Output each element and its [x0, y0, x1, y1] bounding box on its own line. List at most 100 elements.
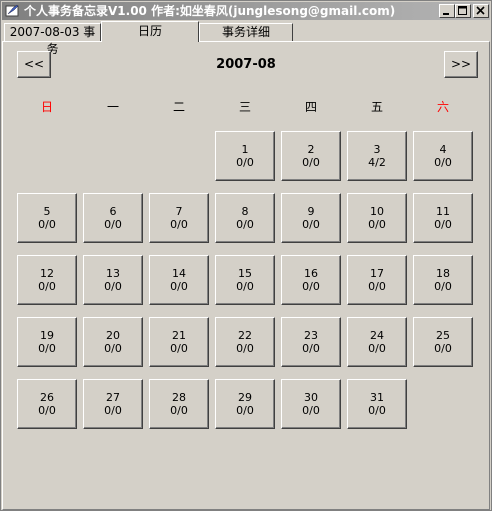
- minimize-icon: [443, 13, 449, 15]
- day-event-count: 0/0: [302, 280, 320, 293]
- day-cell[interactable]: 22 0/0: [215, 317, 275, 367]
- day-cell[interactable]: 7 0/0: [149, 193, 209, 243]
- day-number: 28: [172, 391, 186, 404]
- day-cell[interactable]: 3 4/2: [347, 131, 407, 181]
- title-bar[interactable]: 个人事务备忘录V1.00 作者:如坐春风(junglesong@gmail.co…: [2, 2, 490, 20]
- day-number: 27: [106, 391, 120, 404]
- app-window: 个人事务备忘录V1.00 作者:如坐春风(junglesong@gmail.co…: [0, 0, 492, 511]
- day-number: 13: [106, 267, 120, 280]
- day-cell[interactable]: 5 0/0: [17, 193, 77, 243]
- tab-event-details[interactable]: 事务详细: [199, 23, 293, 42]
- day-number: 16: [304, 267, 318, 280]
- day-number: 31: [370, 391, 384, 404]
- day-cell[interactable]: 15 0/0: [215, 255, 275, 305]
- day-number: 21: [172, 329, 186, 342]
- day-number: 20: [106, 329, 120, 342]
- day-number: 22: [238, 329, 252, 342]
- day-event-count: 0/0: [368, 342, 386, 355]
- day-event-count: 0/0: [434, 156, 452, 169]
- prev-month-button[interactable]: <<: [17, 51, 51, 78]
- day-number: 29: [238, 391, 252, 404]
- day-cell[interactable]: 26 0/0: [17, 379, 77, 429]
- day-cell[interactable]: 27 0/0: [83, 379, 143, 429]
- day-number: 19: [40, 329, 54, 342]
- day-event-count: 0/0: [38, 342, 56, 355]
- weekday-label: 四: [304, 100, 317, 114]
- close-button[interactable]: [473, 4, 489, 18]
- day-cell[interactable]: 12 0/0: [17, 255, 77, 305]
- day-cell[interactable]: 2 0/0: [281, 131, 341, 181]
- tab-calendar[interactable]: 日历: [101, 21, 199, 42]
- day-event-count: 0/0: [302, 156, 320, 169]
- day-event-count: 0/0: [302, 218, 320, 231]
- day-event-count: 0/0: [236, 218, 254, 231]
- tab-bar: 2007-08-03 事务 日历 事务详细: [1, 21, 491, 56]
- day-event-count: 0/0: [104, 342, 122, 355]
- maximize-icon: [458, 6, 467, 15]
- weekday-label: 五: [370, 100, 383, 114]
- maximize-button[interactable]: [455, 4, 471, 18]
- day-cell[interactable]: 19 0/0: [17, 317, 77, 367]
- day-cell[interactable]: 6 0/0: [83, 193, 143, 243]
- day-number: 25: [436, 329, 450, 342]
- day-cell[interactable]: 11 0/0: [413, 193, 473, 243]
- day-cell[interactable]: 17 0/0: [347, 255, 407, 305]
- day-event-count: 0/0: [104, 218, 122, 231]
- day-event-count: 0/0: [38, 404, 56, 417]
- minimize-button[interactable]: [439, 4, 455, 18]
- day-cell[interactable]: 23 0/0: [281, 317, 341, 367]
- tab-daily-events[interactable]: 2007-08-03 事务: [4, 23, 101, 56]
- month-title: 2007-08: [216, 57, 276, 72]
- day-event-count: 0/0: [170, 342, 188, 355]
- day-number: 26: [40, 391, 54, 404]
- next-month-button[interactable]: >>: [444, 51, 478, 78]
- day-number: 12: [40, 267, 54, 280]
- day-event-count: 0/0: [368, 404, 386, 417]
- day-number: 15: [238, 267, 252, 280]
- day-cell[interactable]: 18 0/0: [413, 255, 473, 305]
- day-cell[interactable]: 13 0/0: [83, 255, 143, 305]
- day-number: 23: [304, 329, 318, 342]
- day-number: 17: [370, 267, 384, 280]
- weekday-label: 三: [238, 100, 251, 114]
- day-cell[interactable]: 20 0/0: [83, 317, 143, 367]
- day-event-count: 0/0: [302, 342, 320, 355]
- day-cell[interactable]: 10 0/0: [347, 193, 407, 243]
- day-number: 1: [241, 143, 249, 156]
- day-number: 7: [175, 205, 183, 218]
- day-cell[interactable]: 4 0/0: [413, 131, 473, 181]
- day-cell[interactable]: 25 0/0: [413, 317, 473, 367]
- day-number: 3: [373, 143, 381, 156]
- day-cell[interactable]: 16 0/0: [281, 255, 341, 305]
- day-event-count: 0/0: [170, 404, 188, 417]
- app-icon: [5, 4, 19, 17]
- day-event-count: 0/0: [236, 280, 254, 293]
- day-event-count: 0/0: [104, 280, 122, 293]
- day-cell[interactable]: 8 0/0: [215, 193, 275, 243]
- day-cell[interactable]: 29 0/0: [215, 379, 275, 429]
- day-number: 4: [439, 143, 447, 156]
- day-number: 2: [307, 143, 315, 156]
- day-cell[interactable]: 21 0/0: [149, 317, 209, 367]
- weekday-label: 六: [436, 100, 449, 114]
- day-number: 11: [436, 205, 450, 218]
- day-cell[interactable]: 31 0/0: [347, 379, 407, 429]
- day-event-count: 0/0: [236, 404, 254, 417]
- day-number: 14: [172, 267, 186, 280]
- day-number: 18: [436, 267, 450, 280]
- day-number: 10: [370, 205, 384, 218]
- day-event-count: 0/0: [434, 280, 452, 293]
- day-event-count: 0/0: [236, 156, 254, 169]
- window-title: 个人事务备忘录V1.00 作者:如坐春风(junglesong@gmail.co…: [24, 4, 396, 18]
- day-number: 8: [241, 205, 249, 218]
- day-event-count: 4/2: [368, 156, 386, 169]
- day-cell[interactable]: 14 0/0: [149, 255, 209, 305]
- day-cell[interactable]: 28 0/0: [149, 379, 209, 429]
- day-cell[interactable]: 1 0/0: [215, 131, 275, 181]
- day-cell[interactable]: 9 0/0: [281, 193, 341, 243]
- day-cell[interactable]: 24 0/0: [347, 317, 407, 367]
- day-event-count: 0/0: [236, 342, 254, 355]
- day-number: 24: [370, 329, 384, 342]
- day-cell[interactable]: 30 0/0: [281, 379, 341, 429]
- day-event-count: 0/0: [434, 342, 452, 355]
